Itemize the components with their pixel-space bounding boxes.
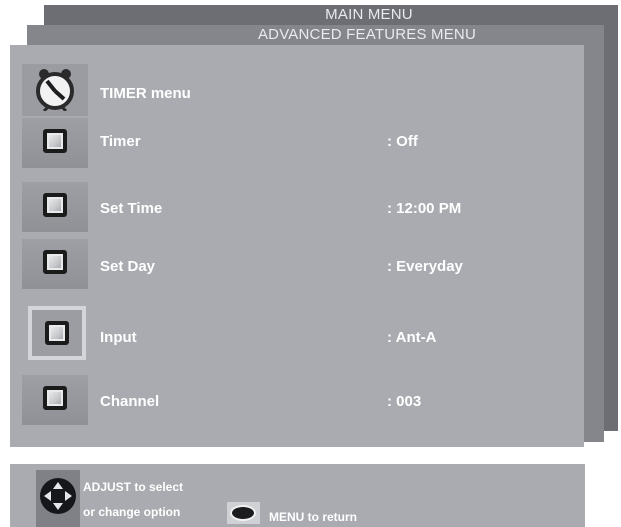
row-value-set-time[interactable]: : 12:00 PM [387, 200, 461, 217]
row-value-channel[interactable]: : 003 [387, 393, 421, 410]
set-time-row-icon [22, 182, 88, 232]
square-button-icon [43, 250, 67, 274]
row-label-set-time[interactable]: Set Time [100, 200, 162, 217]
adjust-help-line1: ADJUST to select [83, 480, 184, 494]
square-button-icon [43, 129, 67, 153]
square-button-icon [43, 386, 67, 410]
square-button-icon [43, 193, 67, 217]
timer-menu-panel [10, 45, 584, 447]
row-label-set-day[interactable]: Set Day [100, 258, 155, 275]
channel-row-icon [22, 375, 88, 425]
advanced-features-title[interactable]: ADVANCED FEATURES MENU [217, 25, 517, 45]
directional-pad-icon [36, 470, 80, 527]
row-value-input[interactable]: : Ant-A [387, 329, 436, 346]
menu-button-icon [227, 502, 260, 524]
row-value-set-day[interactable]: : Everyday [387, 258, 463, 275]
input-row-icon-selected [28, 306, 86, 360]
row-label-channel[interactable]: Channel [100, 393, 159, 410]
set-day-row-icon [22, 239, 88, 289]
square-button-icon [45, 321, 69, 345]
timer-row-icon [22, 118, 88, 168]
row-label-input[interactable]: Input [100, 329, 137, 346]
menu-return-help: MENU to return [269, 510, 357, 524]
adjust-help-line2: or change option [83, 505, 181, 519]
row-label-timer[interactable]: Timer [100, 133, 141, 150]
alarm-clock-icon [22, 64, 88, 116]
timer-menu-title: TIMER menu [100, 85, 191, 102]
main-menu-title[interactable]: MAIN MENU [234, 5, 504, 25]
row-value-timer[interactable]: : Off [387, 133, 418, 150]
